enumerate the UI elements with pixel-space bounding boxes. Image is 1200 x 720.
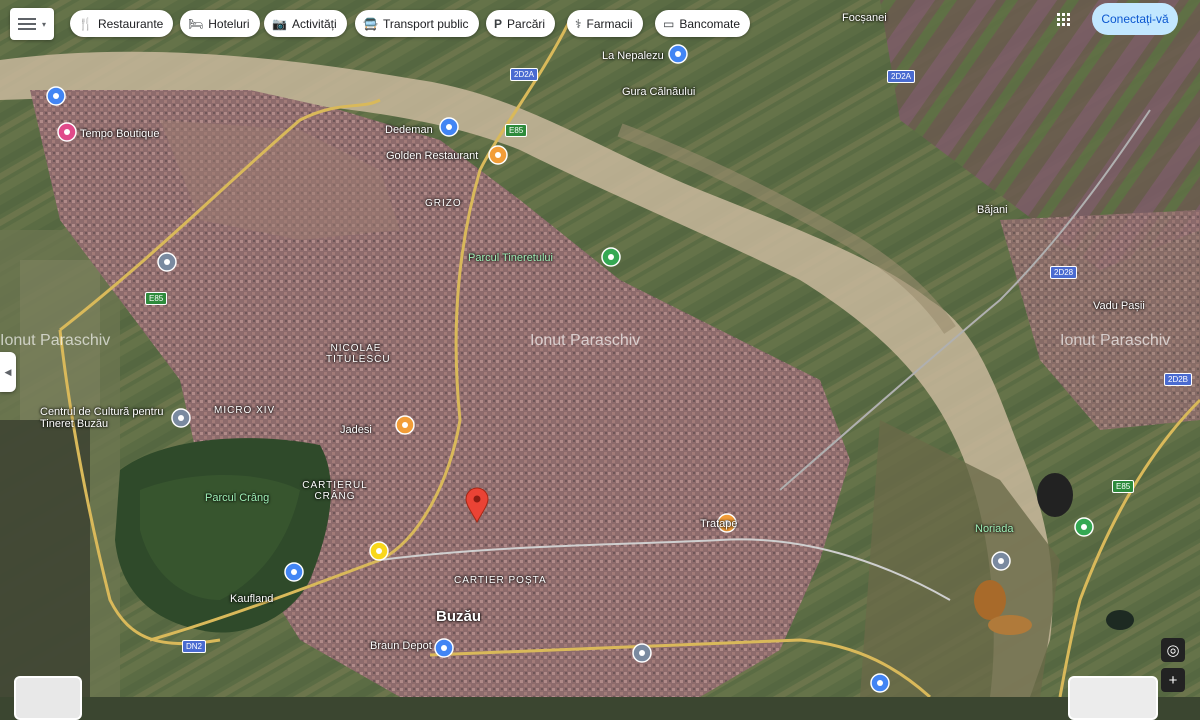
- chip-pharmacies[interactable]: ⚕ Farmacii: [567, 10, 643, 37]
- place-label: Kaufland: [230, 593, 274, 605]
- chip-public-transport[interactable]: 🚍 Transport public: [355, 10, 479, 37]
- district-label: MICRO XIV: [214, 405, 276, 416]
- chip-hotels[interactable]: 🛏 Hoteluri: [180, 10, 260, 37]
- apps-grid-icon: [1057, 13, 1070, 26]
- place-label: Braun Depot: [370, 640, 432, 652]
- city-label: Buzău: [436, 608, 481, 625]
- chip-atms[interactable]: ▭ Bancomate: [655, 10, 751, 37]
- layers-menu-button[interactable]: ▾: [10, 8, 54, 40]
- pin-dot: [998, 558, 1004, 564]
- zoom-in-button[interactable]: +: [1161, 668, 1185, 692]
- park-label: Parcul Tineretului: [468, 252, 553, 264]
- chip-restaurants[interactable]: 🍴 Restaurante: [70, 10, 174, 37]
- pin-dot: [446, 124, 452, 130]
- road-shield: E85: [145, 292, 168, 305]
- atm-icon: ▭: [663, 16, 675, 31]
- place-label: Vadu Pașii: [1093, 300, 1145, 312]
- pin-dot: [64, 129, 70, 135]
- chip-parking[interactable]: P Parcări: [486, 10, 556, 37]
- place-label: Băjani: [977, 204, 1008, 216]
- district-label: CARTIERUL CRÂNG: [302, 480, 368, 502]
- layers-thumbnail[interactable]: [14, 676, 82, 720]
- pin-dot: [164, 259, 170, 265]
- road-shield: 2D2B: [1164, 373, 1193, 386]
- pin-dot: [877, 680, 883, 686]
- place-label: GRIZO: [425, 198, 462, 209]
- parking-icon: P: [494, 16, 503, 31]
- watermark: Ionut Paraschiv: [1060, 332, 1171, 349]
- place-label: Tempo Boutique: [80, 128, 160, 140]
- target-icon: ◎: [1166, 642, 1180, 659]
- plus-icon: +: [1168, 671, 1178, 689]
- place-label: Golden Restaurant: [386, 150, 479, 162]
- my-location-button[interactable]: ◎: [1161, 638, 1185, 662]
- chevron-down-icon: ▾: [41, 19, 46, 29]
- road-shield: 2D2A: [510, 68, 539, 81]
- district-label: NICOLAE TITULESCU: [326, 343, 391, 365]
- place-label: Gura Călnăului: [622, 86, 696, 98]
- pin-dot: [53, 93, 59, 99]
- pin-dot: [178, 415, 184, 421]
- watermark: Ionut Paraschiv: [530, 332, 641, 349]
- sign-in-button[interactable]: Conectați-vă: [1092, 3, 1178, 35]
- place-label: Jadesi: [340, 424, 372, 436]
- road-shield: E85: [1112, 480, 1135, 493]
- watermark: Ionut Paraschiv: [0, 332, 111, 349]
- road-shield: 2D2A: [887, 70, 916, 83]
- fork-knife-icon: 🍴: [78, 16, 93, 31]
- park-label: Noriada: [975, 523, 1014, 535]
- place-label: Tratape: [700, 518, 738, 530]
- pin-dot: [608, 254, 614, 260]
- chip-activities[interactable]: 📷 Activități: [264, 10, 347, 37]
- pin-dot: [473, 495, 481, 503]
- side-panel-toggle[interactable]: ◀: [0, 352, 16, 392]
- place-label: Focșanei: [842, 12, 887, 24]
- pin-dot: [402, 422, 408, 428]
- district-label: CARTIER POȘTA: [454, 575, 547, 586]
- road-shield: E85: [505, 124, 528, 137]
- apps-grid-button[interactable]: [1052, 8, 1076, 32]
- pharmacy-icon: ⚕: [575, 16, 582, 31]
- camera-icon: 📷: [272, 16, 287, 31]
- pin-dot: [639, 650, 645, 656]
- pin-dot: [675, 51, 681, 57]
- park-label: Parcul Crâng: [205, 492, 270, 504]
- menu-icon: [17, 18, 36, 30]
- pin-dot: [441, 645, 447, 651]
- pin-dot: [291, 569, 297, 575]
- bed-icon: 🛏: [188, 16, 204, 31]
- pin-dot: [1081, 524, 1087, 530]
- place-label: Centrul de Cultură pentru Tineret Buzău: [40, 406, 164, 430]
- place-label: La Nepalezu: [602, 50, 664, 62]
- road-shield: DN2: [182, 640, 207, 653]
- pin-dot: [376, 548, 382, 554]
- place-label: Dedeman: [385, 124, 433, 136]
- bus-icon: 🚍: [363, 16, 378, 31]
- pin-dot: [495, 152, 501, 158]
- road-shield: 2D28: [1050, 266, 1078, 279]
- street-view-thumbnail[interactable]: [1068, 676, 1158, 720]
